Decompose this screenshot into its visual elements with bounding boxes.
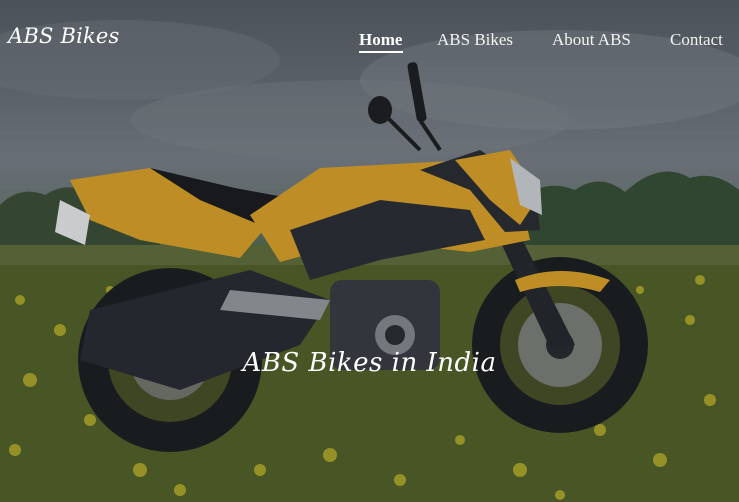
hero-overlay <box>0 0 739 502</box>
nav-link-abs-bikes[interactable]: ABS Bikes <box>437 30 513 50</box>
nav-link-contact[interactable]: Contact <box>670 30 723 50</box>
main-nav: Home ABS Bikes About ABS Contact <box>0 30 739 54</box>
active-nav-indicator <box>359 51 403 53</box>
nav-link-home[interactable]: Home <box>359 30 402 50</box>
nav-link-about-abs[interactable]: About ABS <box>552 30 631 50</box>
hero-caption: ABS Bikes in India <box>242 348 497 378</box>
hero-banner <box>0 0 739 502</box>
